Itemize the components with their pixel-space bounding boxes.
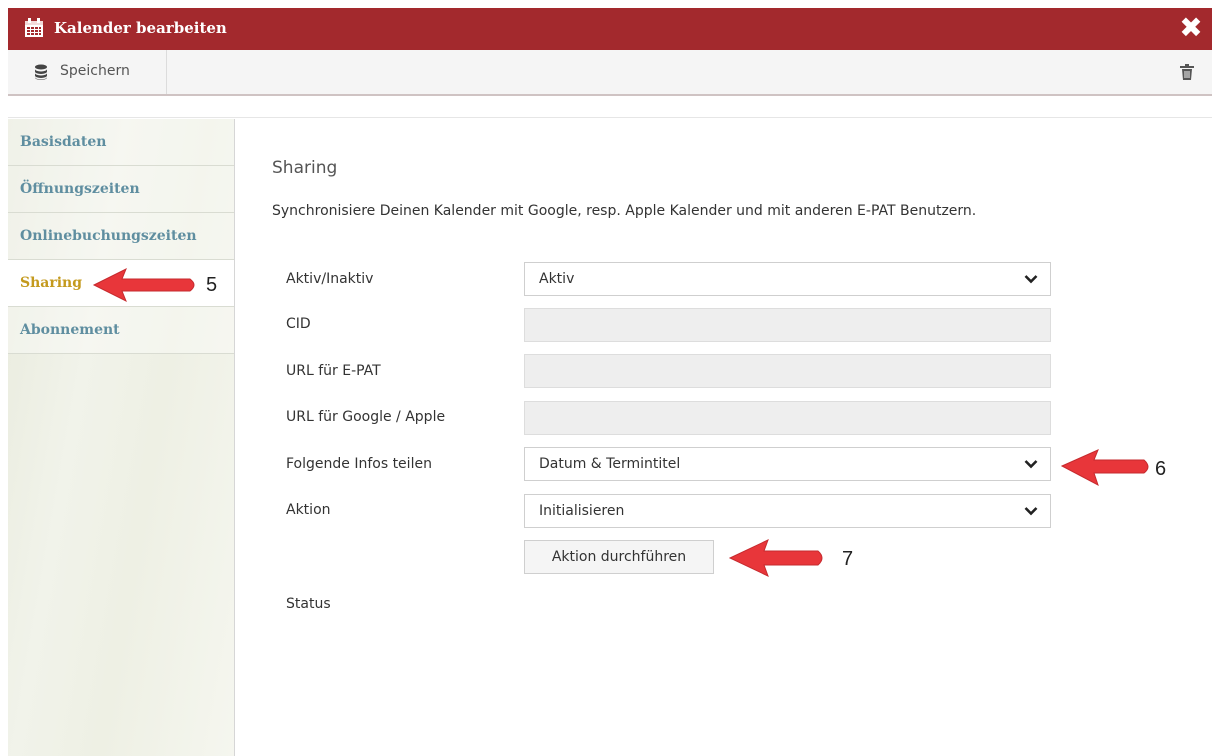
annotation-arrow-5 [92, 267, 195, 303]
cid-field[interactable] [524, 308, 1051, 342]
active-select-value: Aktiv [539, 271, 575, 287]
annotation-arrow-6 [1060, 449, 1149, 487]
section-description: Synchronisiere Deinen Kalender mit Googl… [272, 203, 977, 219]
url-epat-field[interactable] [524, 354, 1051, 388]
annotation-number-5: 5 [206, 274, 218, 296]
share-info-select[interactable]: Datum & Termintitel [524, 447, 1051, 481]
annotation-number-6: 6 [1155, 458, 1167, 480]
sidebar-item-oeffnungszeiten[interactable]: Öffnungszeiten [8, 166, 234, 213]
sidebar: Basisdaten Öffnungszeiten Onlinebuchungs… [8, 119, 235, 756]
share-info-select-value: Datum & Termintitel [539, 456, 681, 472]
save-button[interactable]: Speichern [8, 50, 167, 94]
close-icon[interactable]: ✖ [1178, 14, 1204, 42]
url-google-apple-label: URL für Google / Apple [286, 409, 446, 425]
active-label: Aktiv/Inaktiv [286, 271, 374, 287]
annotation-number-7: 7 [842, 548, 854, 570]
annotation-arrow-7 [728, 539, 823, 577]
sidebar-item-onlinebuchungszeiten[interactable]: Onlinebuchungszeiten [8, 213, 234, 260]
trash-icon[interactable] [1180, 64, 1194, 80]
main-content: Sharing Synchronisiere Deinen Kalender m… [236, 119, 1212, 756]
dialog-title: Kalender bearbeiten [54, 19, 227, 37]
cid-label: CID [286, 316, 311, 332]
database-icon [35, 64, 47, 80]
chevron-down-icon [1024, 507, 1038, 516]
action-label: Aktion [286, 502, 331, 518]
chevron-down-icon [1024, 275, 1038, 284]
action-select-value: Initialisieren [539, 503, 625, 519]
save-button-label: Speichern [60, 63, 130, 79]
action-select[interactable]: Initialisieren [524, 494, 1051, 528]
share-info-label: Folgende Infos teilen [286, 456, 432, 472]
calendar-icon [25, 18, 43, 37]
sidebar-item-abonnement[interactable]: Abonnement [8, 307, 234, 354]
toolbar-spacer [8, 96, 1212, 118]
url-epat-label: URL für E-PAT [286, 363, 381, 379]
sidebar-item-basisdaten[interactable]: Basisdaten [8, 119, 234, 166]
active-select[interactable]: Aktiv [524, 262, 1051, 296]
toolbar: Speichern [8, 50, 1212, 96]
url-google-apple-field[interactable] [524, 401, 1051, 435]
status-label: Status [286, 596, 331, 612]
execute-action-button[interactable]: Aktion durchführen [524, 540, 714, 574]
dialog-titlebar: Kalender bearbeiten ✖ [8, 8, 1212, 50]
section-title: Sharing [272, 158, 338, 178]
chevron-down-icon [1024, 460, 1038, 469]
